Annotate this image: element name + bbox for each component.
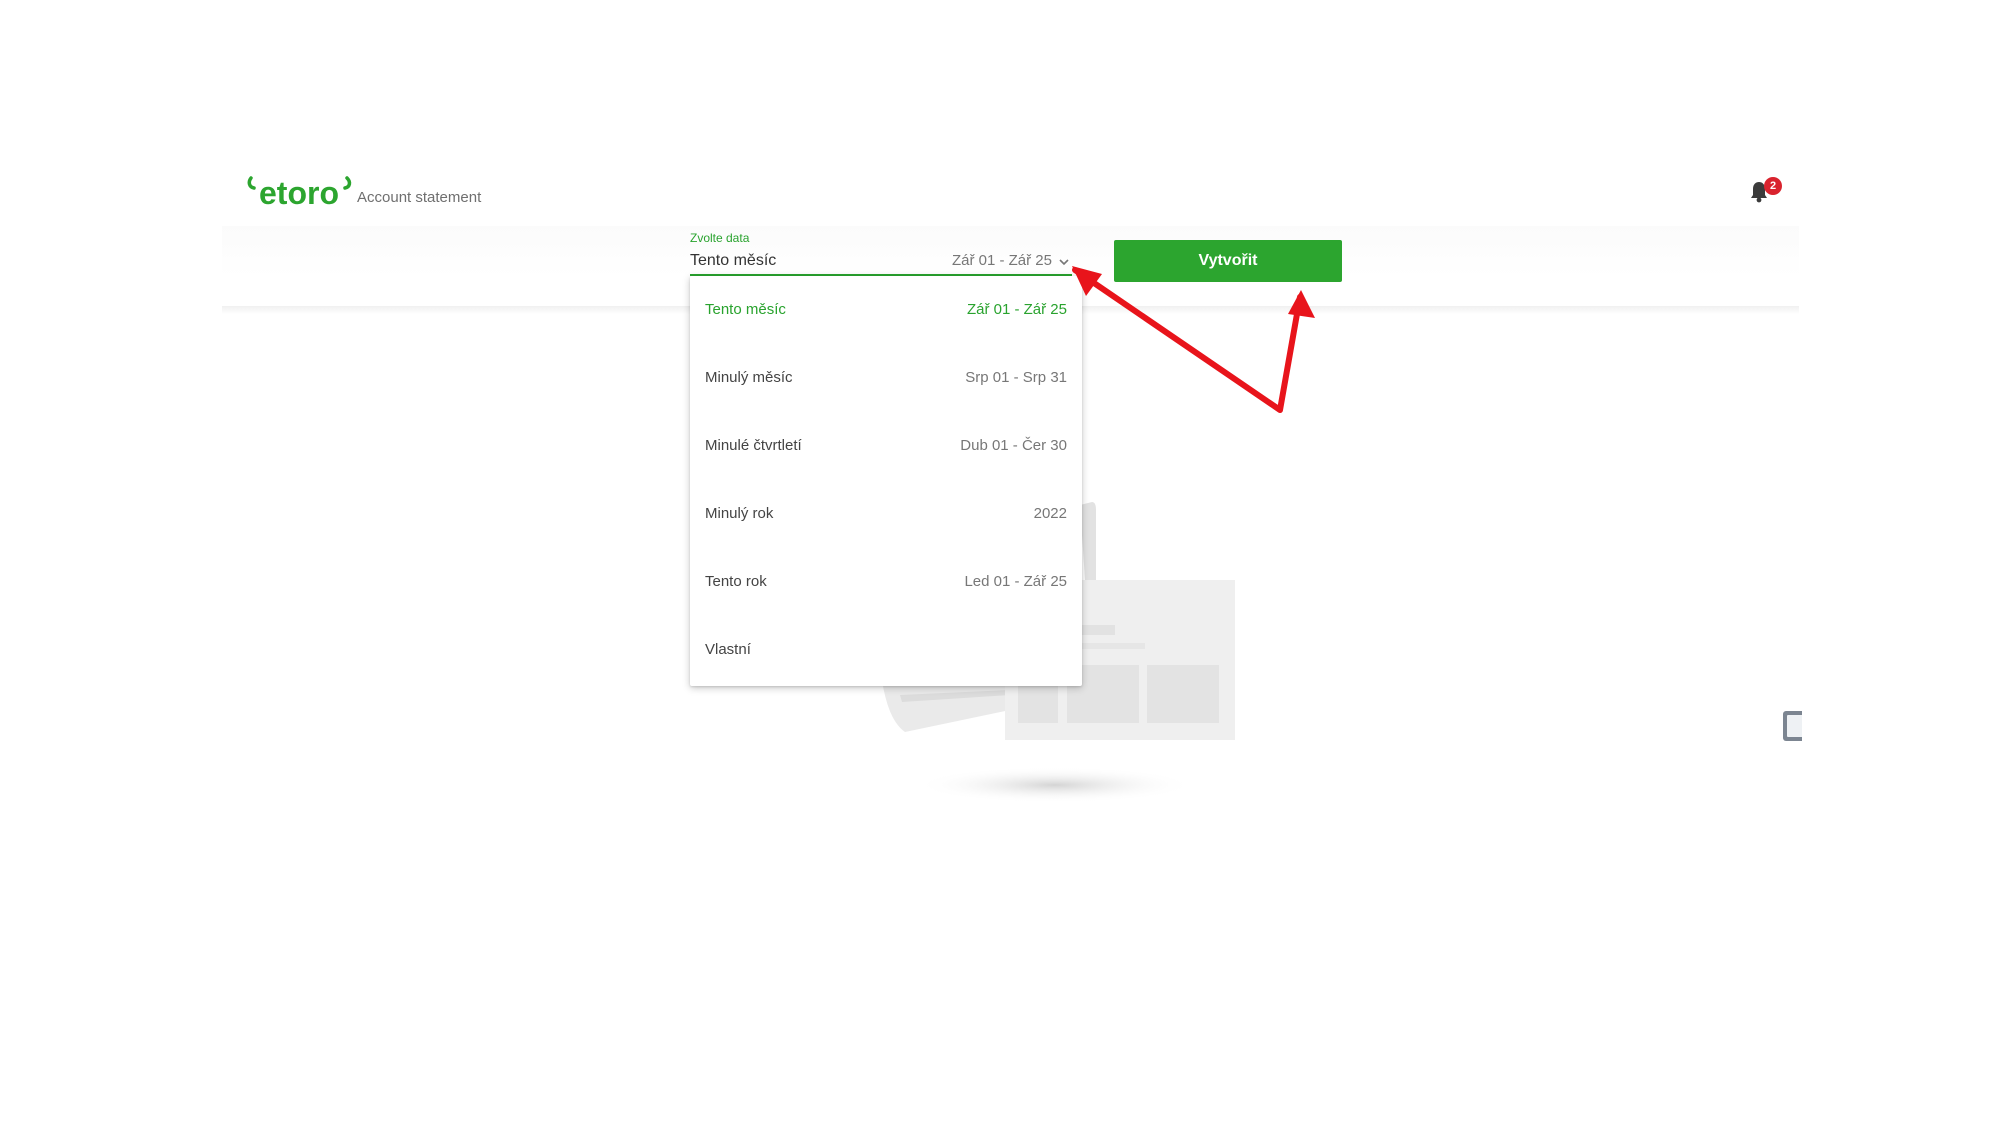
- option-range: 2022: [1033, 505, 1067, 522]
- create-button[interactable]: Vytvořit: [1114, 240, 1342, 282]
- option-range: Zář 01 - Zář 25: [966, 301, 1067, 318]
- date-range-dropdown: Tento měsíc Zář 01 - Zář 25 Minulý měsíc…: [690, 276, 1082, 686]
- account-statement-page: etoro Account statement 2 Zvolte data Te…: [0, 0, 1999, 1125]
- chevron-down-icon[interactable]: [1058, 256, 1070, 268]
- option-range: Dub 01 - Čer 30: [960, 437, 1067, 454]
- date-range-select[interactable]: Tento měsíc Zář 01 - Zář 25: [690, 246, 1072, 276]
- option-label: Minulý měsíc: [705, 369, 793, 386]
- date-option-this-year[interactable]: Tento rok Led 01 - Zář 25: [690, 548, 1082, 616]
- date-option-this-month[interactable]: Tento měsíc Zář 01 - Zář 25: [690, 276, 1082, 344]
- date-option-last-year[interactable]: Minulý rok 2022: [690, 480, 1082, 548]
- date-select-range: Zář 01 - Zář 25: [951, 252, 1052, 269]
- option-label: Tento rok: [705, 573, 767, 590]
- date-select-value: Tento měsíc: [690, 252, 777, 269]
- option-range: Led 01 - Zář 25: [964, 573, 1067, 590]
- option-range: Srp 01 - Srp 31: [965, 369, 1067, 386]
- option-label: Vlastní: [705, 641, 751, 658]
- feedback-tab-icon[interactable]: [1782, 710, 1802, 742]
- date-option-last-quarter[interactable]: Minulé čtvrtletí Dub 01 - Čer 30: [690, 412, 1082, 480]
- option-label: Minulý rok: [705, 505, 774, 522]
- logo-text: etoro: [259, 175, 339, 210]
- app-subtitle: Account statement: [357, 189, 482, 206]
- date-option-last-month[interactable]: Minulý měsíc Srp 01 - Srp 31: [690, 344, 1082, 412]
- notification-count-badge: 2: [1764, 177, 1782, 195]
- date-select-label: Zvolte data: [690, 231, 750, 245]
- option-label: Minulé čtvrtletí: [705, 437, 802, 454]
- date-option-custom[interactable]: Vlastní: [690, 616, 1082, 684]
- etoro-logo[interactable]: etoro: [247, 170, 353, 210]
- option-label: Tento měsíc: [705, 301, 786, 318]
